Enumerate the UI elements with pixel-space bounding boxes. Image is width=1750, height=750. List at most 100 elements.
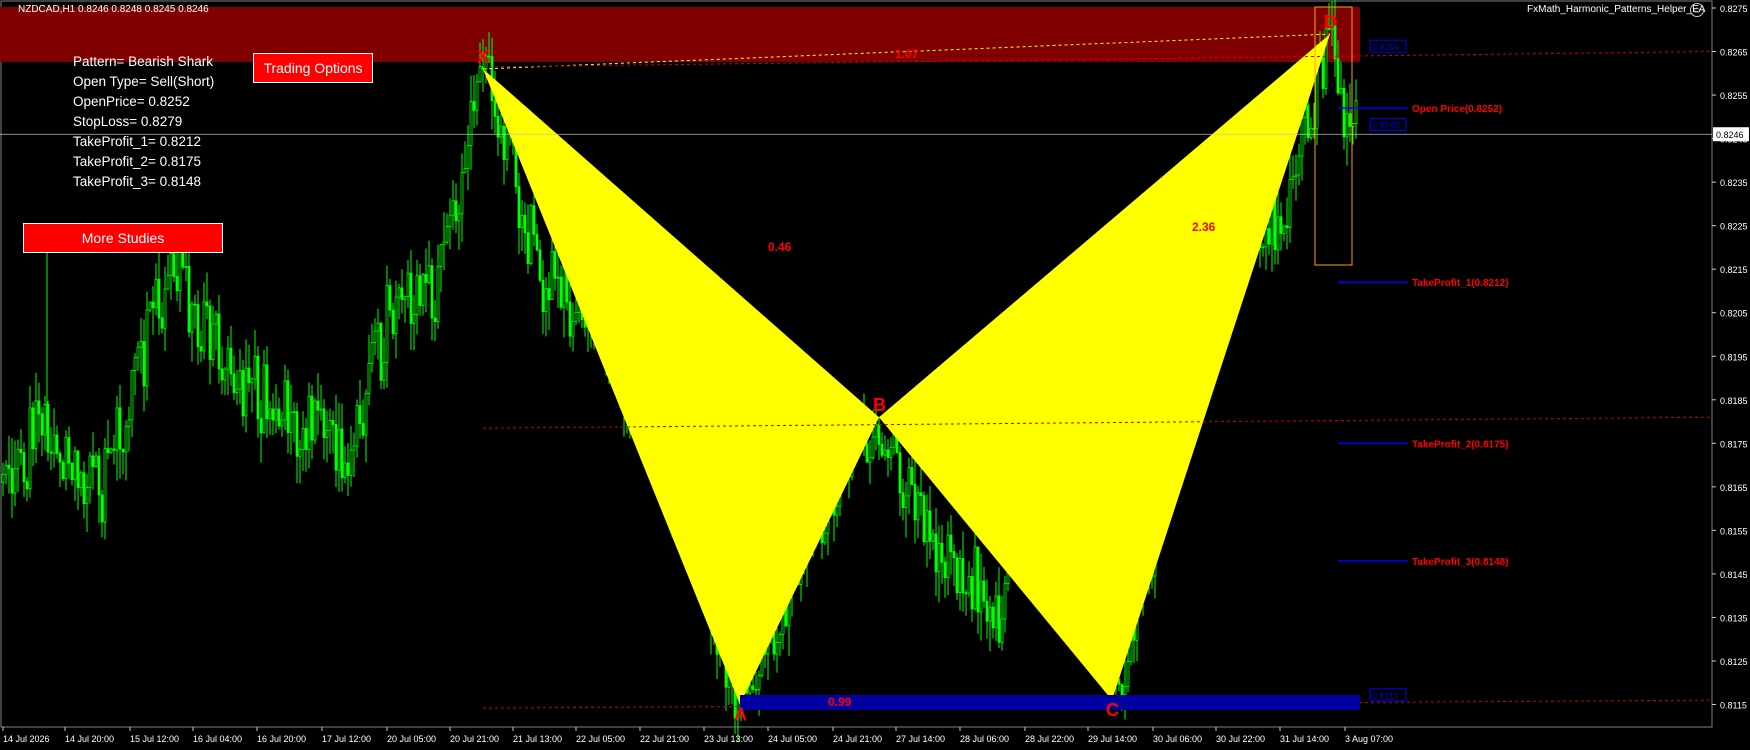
candle-body	[430, 265, 434, 319]
candle-body	[235, 388, 239, 394]
candle-body	[391, 309, 395, 335]
candle-body	[1339, 87, 1343, 94]
ratio-label: 1.07	[895, 47, 919, 61]
y-tick-label: 0.8165	[1720, 483, 1748, 493]
y-tick-label: 0.8205	[1720, 309, 1748, 319]
candle-body	[538, 249, 542, 281]
level-label: Open Price(0.8252)	[1412, 104, 1502, 115]
candle-body	[463, 168, 467, 174]
candle-body	[460, 172, 464, 215]
candle-body	[133, 357, 137, 371]
candle-body	[82, 472, 86, 505]
candle-body	[148, 301, 152, 311]
trading-options-button[interactable]: Trading Options	[253, 53, 373, 83]
candle-body	[160, 317, 164, 329]
candle-body	[1126, 661, 1130, 687]
candle-body	[97, 455, 101, 496]
candle-body	[238, 370, 242, 390]
candle-body	[280, 419, 284, 427]
y-tick-label: 0.8115	[1720, 701, 1747, 711]
candle-body	[823, 532, 827, 544]
candle-body	[190, 303, 194, 333]
candle-body	[43, 404, 47, 436]
candle-body	[415, 275, 419, 315]
candle-body	[868, 457, 872, 463]
candle-body	[178, 249, 182, 291]
candle-body	[1000, 618, 1004, 643]
candle-body	[259, 418, 263, 434]
candle-body	[157, 278, 161, 319]
candle-body	[277, 408, 281, 427]
candle-body	[433, 317, 437, 323]
candle-body	[295, 411, 299, 457]
candle-body	[1291, 175, 1295, 181]
x-tick-label: 30 Jul 06:00	[1153, 734, 1202, 744]
info-take-profit-2: TakeProfit_2= 0.8175	[73, 154, 201, 169]
y-tick-label: 0.8225	[1720, 222, 1748, 232]
point-label-b: B	[873, 395, 886, 415]
candle-body	[151, 301, 155, 309]
candle-body	[304, 428, 308, 450]
candle-body	[115, 407, 119, 451]
candle-body	[544, 288, 548, 312]
candle-body	[982, 580, 986, 602]
candle-body	[19, 448, 23, 453]
candle-body	[757, 674, 761, 690]
x-tick-label: 31 Jul 14:00	[1280, 734, 1329, 744]
symbol-info: NZDCAD,H1 0.8246 0.8248 0.8245 0.8246	[18, 4, 209, 15]
tag-label: 0.8117	[1372, 691, 1399, 701]
candle-body	[91, 455, 95, 467]
candle-body	[1120, 683, 1124, 696]
candle-body	[169, 253, 173, 276]
candle-body	[28, 407, 32, 490]
candle-body	[31, 407, 35, 450]
candle-body	[439, 244, 443, 267]
x-tick-label: 24 Jul 21:00	[833, 734, 882, 744]
candle-body	[457, 213, 461, 222]
x-tick-label: 20 Jul 05:00	[387, 734, 436, 744]
candle-body	[400, 287, 404, 300]
candle-body	[1342, 87, 1346, 138]
candle-body	[388, 285, 392, 311]
candle-body	[1, 473, 5, 483]
candle-body	[913, 484, 917, 521]
candle-body	[37, 400, 41, 415]
candle-body	[256, 355, 260, 420]
candle-body	[949, 534, 953, 553]
y-tick-label: 0.8145	[1720, 570, 1748, 580]
candle-body	[946, 534, 950, 579]
point-label-a: A	[734, 705, 747, 725]
x-tick-label: 28 Jul 06:00	[960, 734, 1009, 744]
candle-body	[100, 494, 104, 523]
candle-body	[775, 642, 779, 655]
x-tick-label: 3 Aug 07:00	[1345, 734, 1393, 744]
price-chart[interactable]: StopLoss(0.8279)Open Price(0.8252)TakePr…	[0, 0, 1750, 750]
candle-body	[67, 437, 71, 464]
candle-body	[973, 546, 977, 610]
candle-body	[478, 66, 482, 83]
candle-body	[988, 606, 992, 622]
candle-body	[25, 481, 29, 490]
info-take-profit-3: TakeProfit_3= 0.8148	[73, 174, 201, 189]
candle-body	[199, 346, 203, 352]
candle-body	[526, 232, 530, 264]
candle-body	[130, 370, 134, 421]
smiley-icon[interactable]: ☺	[1690, 3, 1704, 17]
candle-body	[16, 448, 20, 470]
candle-body	[1354, 100, 1358, 124]
candle-body	[385, 285, 389, 364]
candle-body	[166, 274, 170, 290]
candle-body	[289, 411, 293, 433]
more-studies-button[interactable]: More Studies	[23, 223, 223, 253]
candle-body	[541, 279, 545, 312]
candle-body	[886, 449, 890, 458]
candle-body	[436, 265, 440, 323]
candle-body	[73, 450, 77, 481]
candle-body	[4, 464, 8, 475]
info-open-price: OpenPrice= 0.8252	[73, 94, 190, 109]
candle-body	[568, 301, 572, 337]
candle-body	[40, 413, 44, 436]
candle-body	[976, 546, 980, 613]
x-tick-label: 22 Jul 21:00	[640, 734, 689, 744]
candle-body	[412, 314, 416, 324]
